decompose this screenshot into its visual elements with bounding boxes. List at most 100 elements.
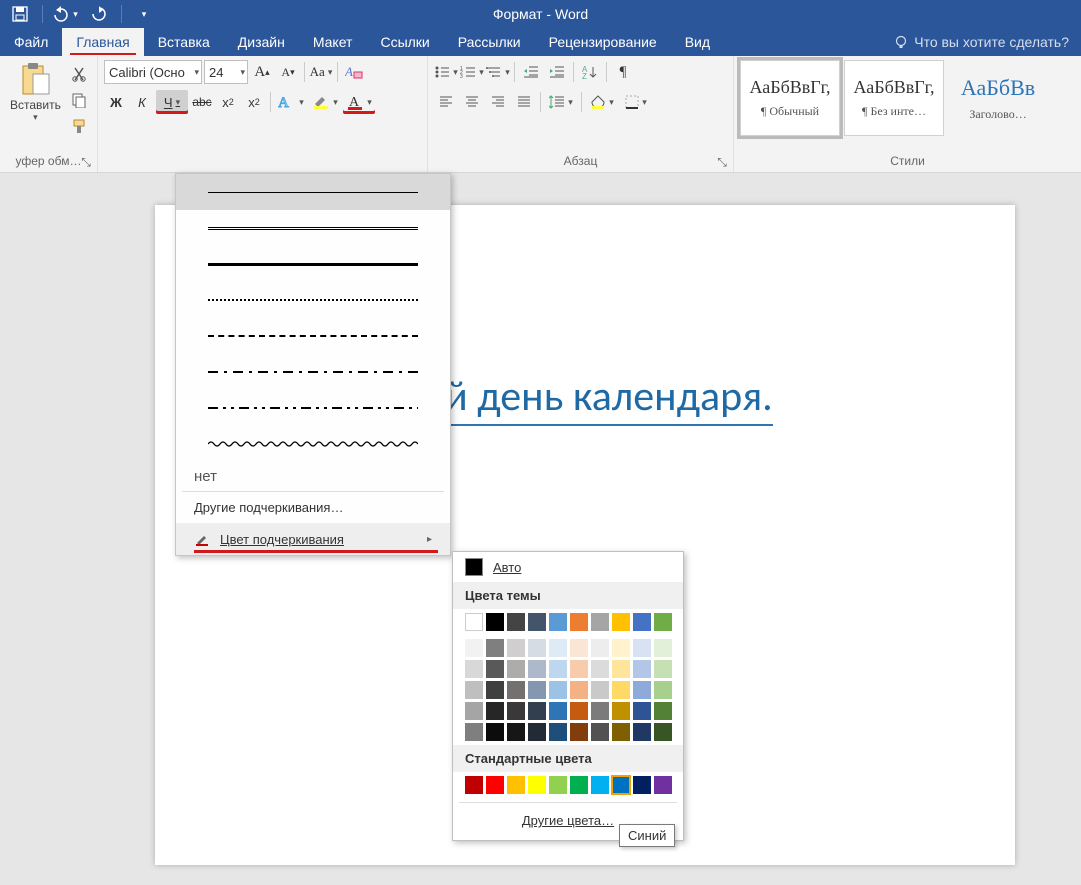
color-swatch[interactable] (528, 702, 546, 720)
repeat-button[interactable] (85, 0, 113, 28)
color-swatch[interactable] (633, 702, 651, 720)
color-swatch[interactable] (465, 660, 483, 678)
color-swatch[interactable] (486, 613, 504, 631)
underline-style-double[interactable] (176, 210, 450, 246)
color-swatch[interactable] (528, 613, 546, 631)
show-marks-button[interactable]: ¶ (611, 60, 635, 84)
tell-me[interactable]: Что вы хотите сделать? (882, 28, 1081, 56)
tab-design[interactable]: Дизайн (224, 28, 299, 56)
underline-style-thick[interactable] (176, 246, 450, 282)
color-swatch[interactable] (612, 681, 630, 699)
color-swatch[interactable] (507, 681, 525, 699)
color-swatch[interactable] (612, 776, 630, 794)
numbering-button[interactable]: 123▾ (460, 60, 484, 84)
color-swatch[interactable] (507, 702, 525, 720)
color-swatch[interactable] (612, 639, 630, 657)
cut-button[interactable] (67, 62, 91, 86)
undo-button[interactable]: ▾ (51, 0, 79, 28)
tab-review[interactable]: Рецензирование (535, 28, 671, 56)
color-swatch[interactable] (465, 639, 483, 657)
shading-button[interactable]: ▾ (586, 90, 618, 114)
color-swatch[interactable] (633, 660, 651, 678)
tab-references[interactable]: Ссылки (366, 28, 443, 56)
color-swatch[interactable] (486, 776, 504, 794)
color-swatch[interactable] (465, 723, 483, 741)
color-swatch[interactable] (654, 702, 672, 720)
color-swatch[interactable] (549, 702, 567, 720)
color-swatch[interactable] (570, 776, 588, 794)
paste-button[interactable]: Вставить ▾ (6, 60, 65, 125)
bullets-button[interactable]: ▾ (434, 60, 458, 84)
color-swatch[interactable] (570, 723, 588, 741)
tab-insert[interactable]: Вставка (144, 28, 224, 56)
color-swatch[interactable] (465, 776, 483, 794)
style-normal[interactable]: АаБбВвГг,¶ Обычный (740, 60, 840, 136)
align-left-button[interactable] (434, 90, 458, 114)
font-color-button[interactable]: A▾ (343, 90, 375, 114)
color-swatch[interactable] (591, 723, 609, 741)
color-swatch[interactable] (549, 639, 567, 657)
color-auto[interactable]: Авто (453, 552, 683, 582)
color-swatch[interactable] (654, 660, 672, 678)
underline-style-dotted[interactable] (176, 282, 450, 318)
color-swatch[interactable] (591, 639, 609, 657)
multilevel-list-button[interactable]: ▾ (486, 60, 510, 84)
color-swatch[interactable] (654, 639, 672, 657)
highlight-button[interactable]: ▾ (309, 90, 341, 114)
underline-none[interactable]: нет (176, 462, 450, 491)
color-swatch[interactable] (612, 702, 630, 720)
color-swatch[interactable] (465, 613, 483, 631)
color-swatch[interactable] (528, 660, 546, 678)
color-swatch[interactable] (549, 723, 567, 741)
grow-font-button[interactable]: A▴ (250, 60, 274, 84)
align-right-button[interactable] (486, 90, 510, 114)
color-swatch[interactable] (570, 702, 588, 720)
color-swatch[interactable] (486, 660, 504, 678)
color-swatch[interactable] (570, 613, 588, 631)
color-swatch[interactable] (507, 723, 525, 741)
color-swatch[interactable] (654, 681, 672, 699)
color-swatch[interactable] (465, 681, 483, 699)
font-size-combo[interactable]: 24▾ (204, 60, 248, 84)
color-swatch[interactable] (612, 723, 630, 741)
color-swatch[interactable] (507, 776, 525, 794)
color-swatch[interactable] (654, 776, 672, 794)
color-swatch[interactable] (486, 723, 504, 741)
save-button[interactable] (6, 0, 34, 28)
tab-home[interactable]: Главная (62, 28, 143, 56)
style-no-spacing[interactable]: АаБбВвГг,¶ Без инте… (844, 60, 944, 136)
align-center-button[interactable] (460, 90, 484, 114)
color-swatch[interactable] (591, 613, 609, 631)
color-swatch[interactable] (507, 639, 525, 657)
color-swatch[interactable] (465, 702, 483, 720)
color-swatch[interactable] (570, 681, 588, 699)
italic-button[interactable]: К (130, 90, 154, 114)
color-swatch[interactable] (633, 639, 651, 657)
color-swatch[interactable] (549, 613, 567, 631)
color-swatch[interactable] (549, 660, 567, 678)
format-painter-button[interactable] (67, 114, 91, 138)
tab-file[interactable]: Файл (0, 28, 62, 56)
change-case-button[interactable]: Aa▾ (309, 60, 333, 84)
color-swatch[interactable] (612, 660, 630, 678)
color-swatch[interactable] (549, 776, 567, 794)
color-swatch[interactable] (570, 639, 588, 657)
document-text[interactable]: й день календаря. (445, 371, 773, 426)
color-swatch[interactable] (486, 681, 504, 699)
color-swatch[interactable] (528, 639, 546, 657)
color-swatch[interactable] (633, 681, 651, 699)
underline-color-submenu[interactable]: Цвет подчеркивания▸ (176, 523, 450, 555)
shrink-font-button[interactable]: A▾ (276, 60, 300, 84)
text-effects-button[interactable]: A▾ (275, 90, 307, 114)
color-swatch[interactable] (591, 702, 609, 720)
strikethrough-button[interactable]: abc (190, 90, 214, 114)
underline-more[interactable]: Другие подчеркивания… (176, 492, 450, 523)
color-swatch[interactable] (633, 613, 651, 631)
color-swatch[interactable] (654, 613, 672, 631)
underline-style-dashed[interactable] (176, 318, 450, 354)
color-swatch[interactable] (486, 702, 504, 720)
dialog-launcher-icon[interactable]: ⤡ (79, 155, 93, 169)
color-swatch[interactable] (612, 613, 630, 631)
decrease-indent-button[interactable] (519, 60, 543, 84)
justify-button[interactable] (512, 90, 536, 114)
